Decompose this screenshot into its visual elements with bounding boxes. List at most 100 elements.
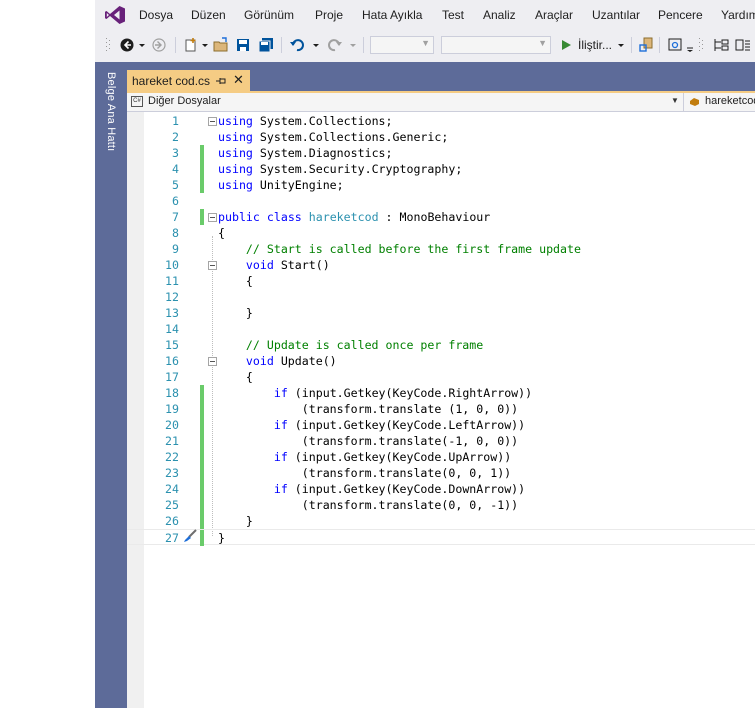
line-number: 1 <box>172 114 179 128</box>
change-marker <box>200 209 204 225</box>
collapse-icon[interactable] <box>208 213 217 222</box>
undo-icon[interactable] <box>289 37 305 53</box>
code-line[interactable]: 13 } <box>127 305 755 321</box>
code-line[interactable]: 5 using UnityEngine; <box>127 177 755 193</box>
code-line[interactable]: 6 <box>127 193 755 209</box>
code-token: System.Collections.Generic; <box>252 130 449 144</box>
visual-studio-window: Dosya Düzen Görünüm Proje Hata Ayıkla Test Ana… <box>95 0 755 708</box>
browser-link-icon[interactable] <box>667 37 683 53</box>
code-token: System.Security.Cryptography; <box>252 162 463 176</box>
document-outline-label[interactable]: Belge Ana Hattı <box>105 72 117 151</box>
code-line[interactable]: 26 } <box>127 513 755 529</box>
pin-icon[interactable] <box>215 75 227 87</box>
outline-icon[interactable] <box>713 37 729 53</box>
code-line[interactable]: 21 (transform.translate(-1, 0, 0)) <box>127 433 755 449</box>
code-line[interactable]: 7 public class hareketcod : MonoBehaviour <box>127 209 755 225</box>
change-marker <box>200 497 204 513</box>
solution-platform-dropdown[interactable]: ▼ <box>441 36 551 54</box>
new-project-icon[interactable] <box>183 37 199 53</box>
back-dropdown-icon[interactable] <box>138 37 146 53</box>
chevron-down-icon[interactable]: ▼ <box>671 96 679 105</box>
visual-studio-logo-icon[interactable] <box>104 5 126 25</box>
menu-item[interactable]: Proje <box>315 8 343 22</box>
tab-title[interactable]: hareket cod.cs <box>132 74 210 88</box>
toolbar-separator <box>281 37 282 53</box>
attach-dropdown-icon[interactable] <box>617 37 625 53</box>
code-line[interactable]: 9 // Start is called before the first fr… <box>127 241 755 257</box>
line-number: 11 <box>165 274 179 288</box>
code-line[interactable]: 10 void Start() <box>127 257 755 273</box>
code-line[interactable]: 17 { <box>127 369 755 385</box>
save-all-icon[interactable] <box>257 37 275 53</box>
code-line[interactable]: 25 (transform.translate(0, 0, -1)) <box>127 497 755 513</box>
change-marker <box>200 145 204 161</box>
code-line[interactable]: 20 if (input.Getkey(KeyCode.LeftArrow)) <box>127 417 755 433</box>
code-line[interactable]: 12 <box>127 289 755 305</box>
code-line[interactable]: 24 if (input.Getkey(KeyCode.DownArrow)) <box>127 481 755 497</box>
document-outline-panel[interactable]: Belge Ana Hattı <box>95 68 127 708</box>
find-in-files-icon[interactable] <box>638 37 654 53</box>
code-token: (transform.translate(0, 0, -1)) <box>218 498 519 512</box>
class-scope-dropdown[interactable]: hareketcod <box>705 95 755 107</box>
code-token: UnityEngine; <box>252 178 344 192</box>
code-line[interactable]: 14 <box>127 321 755 337</box>
navigation-bar: C# Diğer Dosyalar ▼ hareketcod <box>127 93 755 112</box>
menu-item[interactable]: Uzantılar <box>592 8 640 22</box>
browser-link-dropdown-icon[interactable] <box>686 37 694 53</box>
collapse-icon[interactable] <box>208 261 217 270</box>
menu-item[interactable]: Dosya <box>139 8 173 22</box>
redo-icon[interactable] <box>327 37 343 53</box>
navigate-forward-icon[interactable] <box>151 37 167 53</box>
code-token: (input.Getkey(KeyCode.RightArrow)) <box>287 386 533 400</box>
menu-item[interactable]: Araçlar <box>535 8 573 22</box>
code-line[interactable]: 11 { <box>127 273 755 289</box>
undo-dropdown-icon[interactable] <box>312 37 320 53</box>
code-line[interactable]: 8{ <box>127 225 755 241</box>
code-line[interactable]: 19 (transform.translate (1, 0, 0)) <box>127 401 755 417</box>
toolbar-grip-icon[interactable] <box>698 37 704 53</box>
code-line[interactable]: 23 (transform.translate(0, 0, 1)) <box>127 465 755 481</box>
code-line[interactable]: 18 if (input.Getkey(KeyCode.RightArrow)) <box>127 385 755 401</box>
save-icon[interactable] <box>235 37 251 53</box>
code-editor[interactable]: 1 using System.Collections; 2 using System.… <box>127 112 755 708</box>
redo-dropdown-icon[interactable] <box>349 37 357 53</box>
menu-item[interactable]: Analiz <box>483 8 516 22</box>
code-text: public class hareketcod : MonoBehaviour <box>218 209 490 225</box>
code-line[interactable]: 1 using System.Collections; <box>127 113 755 129</box>
start-debugging-icon[interactable] <box>559 37 573 53</box>
project-scope-dropdown[interactable]: Diğer Dosyalar <box>148 95 221 107</box>
code-line[interactable]: 15 // Update is called once per frame <box>127 337 755 353</box>
collapse-icon[interactable] <box>208 357 217 366</box>
code-line[interactable]: 27} <box>127 529 755 546</box>
code-line[interactable]: 22 if (input.Getkey(KeyCode.UpArrow)) <box>127 449 755 465</box>
code-token: void <box>245 354 274 368</box>
solution-configuration-dropdown[interactable]: ▼ <box>370 36 434 54</box>
code-line[interactable]: 16 void Update() <box>127 353 755 369</box>
document-tab-strip: hareket cod.cs ✕ <box>127 68 755 91</box>
code-line[interactable]: 3 using System.Diagnostics; <box>127 145 755 161</box>
line-number: 14 <box>165 322 179 336</box>
new-project-dropdown-icon[interactable] <box>201 37 209 53</box>
menu-item[interactable]: Test <box>442 8 464 22</box>
menu-item[interactable]: Hata Ayıkla <box>362 8 422 22</box>
format-document-icon[interactable] <box>735 37 751 53</box>
menu-item[interactable]: Görünüm <box>244 8 294 22</box>
navigate-back-icon[interactable] <box>119 37 135 53</box>
toolbar-grip-icon[interactable] <box>105 37 111 53</box>
code-cleanup-icon[interactable] <box>182 529 198 543</box>
tab-hareket-cod[interactable]: hareket cod.cs ✕ <box>127 70 250 91</box>
code-text: if (input.Getkey(KeyCode.LeftArrow)) <box>218 417 525 433</box>
code-token: // Update is called once per frame <box>245 338 484 352</box>
menu-item[interactable]: Pencere <box>658 8 703 22</box>
line-number: 22 <box>165 450 179 464</box>
attach-button-label[interactable]: İliştir... <box>578 38 612 52</box>
menu-item[interactable]: Yardım <box>721 8 755 22</box>
collapse-icon[interactable] <box>208 117 217 126</box>
code-text: (transform.translate(0, 0, -1)) <box>218 497 518 513</box>
open-file-icon[interactable] <box>213 37 229 53</box>
code-line[interactable]: 2 using System.Collections.Generic; <box>127 129 755 145</box>
close-icon[interactable]: ✕ <box>233 72 244 87</box>
menu-item[interactable]: Düzen <box>191 8 226 22</box>
code-line[interactable]: 4 using System.Security.Cryptography; <box>127 161 755 177</box>
